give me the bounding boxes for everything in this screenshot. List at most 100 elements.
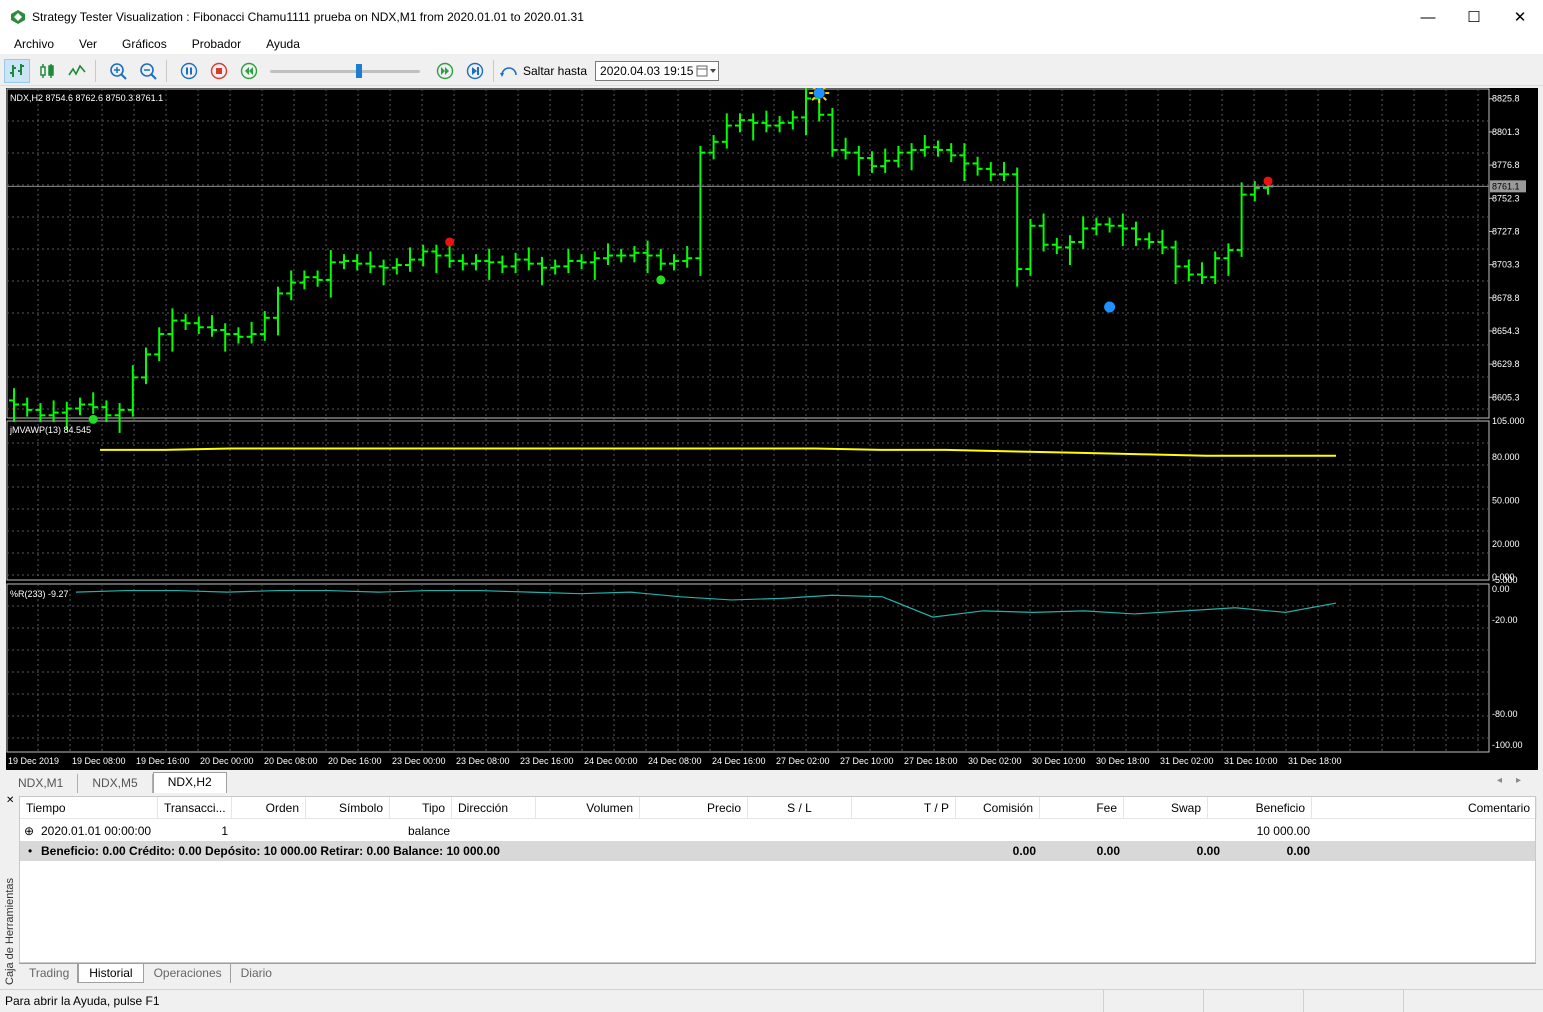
tab-historial[interactable]: Historial: [78, 964, 144, 983]
status-sections: [1103, 990, 1543, 1012]
ohlc-bar: [985, 162, 996, 182]
tab-ndx-m1[interactable]: NDX,M1: [4, 774, 79, 793]
title-bar: Strategy Tester Visualization : Fibonacc…: [0, 0, 1543, 34]
column-header-2[interactable]: Orden: [232, 797, 306, 819]
toolbar: Saltar hasta 2020.04.03 19:15: [0, 56, 1543, 86]
time-axis-label: 24 Dec 16:00: [712, 756, 766, 766]
column-header-10[interactable]: Comisión: [956, 797, 1040, 819]
expand-icon[interactable]: ⊕: [24, 821, 34, 841]
slider-thumb[interactable]: [356, 63, 362, 78]
summary-swap: 0.00: [1196, 844, 1220, 858]
pane-border: [6, 420, 1490, 581]
ohlc-bar: [9, 388, 19, 423]
ohlc-bar: [603, 243, 613, 266]
faster-button[interactable]: [432, 59, 458, 83]
column-header-13[interactable]: Beneficio: [1208, 797, 1312, 819]
goto-label: Saltar hasta: [523, 63, 588, 78]
entry-star-ray: [811, 96, 816, 101]
slider-track: [270, 69, 420, 73]
tab-diario[interactable]: Diario: [231, 964, 282, 983]
ohlc-bar: [669, 254, 679, 271]
column-header-5[interactable]: Dirección: [452, 797, 536, 819]
column-header-6[interactable]: Volumen: [536, 797, 640, 819]
ohlc-bar: [576, 254, 587, 270]
entry-signal-dot: [1104, 301, 1116, 313]
column-header-11[interactable]: Fee: [1040, 797, 1124, 819]
line-chart-icon: [68, 64, 86, 76]
ohlc-bar: [550, 259, 561, 275]
menu-ver[interactable]: Ver: [65, 34, 108, 54]
close-button[interactable]: ✕: [1497, 0, 1543, 34]
bar-chart-button[interactable]: [4, 58, 30, 83]
column-header-0[interactable]: Tiempo: [20, 797, 158, 819]
menu-archivo[interactable]: Archivo: [0, 34, 65, 54]
window-title: Strategy Tester Visualization : Fibonacc…: [32, 10, 584, 24]
speed-slider[interactable]: [270, 60, 420, 82]
time-axis-label: 27 Dec 18:00: [904, 756, 958, 766]
menu-ayuda[interactable]: Ayuda: [252, 34, 311, 54]
ohlc-bar: [75, 397, 85, 416]
menu-bar: Archivo Ver Gráficos Probador Ayuda: [0, 34, 1543, 54]
candlestick-button[interactable]: [34, 59, 60, 83]
slower-button[interactable]: [236, 59, 262, 83]
tab-ndx-m5[interactable]: NDX,M5: [78, 774, 153, 793]
ohlc-bar: [589, 251, 600, 280]
stop-icon: [210, 62, 228, 79]
buy-signal-dot: [88, 414, 98, 424]
time-axis-label: 24 Dec 08:00: [648, 756, 702, 766]
toolbox-panel: ✕ Caja de Herramientas Tiempo Transacci..…: [0, 793, 1543, 989]
pane-border: [6, 583, 1490, 753]
ohlc-bar: [735, 113, 745, 133]
tab-trading[interactable]: Trading: [19, 964, 79, 983]
skip-to-end-button[interactable]: [462, 59, 488, 83]
ohlc-bar: [563, 248, 574, 274]
column-header-8[interactable]: S / L: [748, 797, 852, 819]
ohlc-bar: [352, 254, 363, 271]
time-axis-label: 20 Dec 00:00: [200, 756, 254, 766]
ohlc-bar: [1038, 213, 1049, 252]
zoom-out-button[interactable]: [135, 59, 161, 83]
indicator2-tick-label: 0.000: [1492, 572, 1515, 582]
column-header-14[interactable]: Comentario: [1312, 797, 1537, 819]
time-axis-label: 20 Dec 08:00: [264, 756, 318, 766]
column-header-4[interactable]: Tipo: [390, 797, 452, 819]
time-axis-label: 23 Dec 08:00: [456, 756, 510, 766]
pause-icon: [180, 62, 198, 79]
menu-graficos[interactable]: Gráficos: [108, 34, 178, 54]
ohlc-bar: [774, 116, 785, 133]
ohlc-bar: [220, 323, 231, 352]
column-header-3[interactable]: Símbolo: [306, 797, 390, 819]
toolbox-tabs: Trading Historial Operaciones Diario: [19, 963, 1536, 983]
ohlc-bar: [906, 143, 917, 171]
column-header-7[interactable]: Precio: [640, 797, 748, 819]
stop-button[interactable]: [206, 59, 232, 83]
ohlc-bar: [127, 365, 138, 417]
menu-probador[interactable]: Probador: [178, 34, 252, 54]
chart-area[interactable]: 8825.8 8801.3 8776.8 8752.3 8727.8 8703.3 8678…: [6, 88, 1538, 754]
table-row[interactable]: ⊕ 2020.01.01 00:00:00 1 balance 10 000.0…: [20, 821, 1535, 841]
status-bar: Para abrir la Ayuda, pulse F1: [0, 989, 1543, 1012]
column-header-9[interactable]: T / P: [852, 797, 956, 819]
time-axis-label: 31 Dec 10:00: [1224, 756, 1278, 766]
tab-ndx-h2[interactable]: NDX,H2: [152, 772, 227, 793]
price-tick-label: 8654.3: [1492, 326, 1520, 336]
tab-scroll-arrows[interactable]: ◂▸: [1497, 775, 1535, 786]
ohlc-bar: [695, 145, 706, 276]
calendar-dropdown-icon[interactable]: [696, 64, 718, 78]
column-header-12[interactable]: Swap: [1124, 797, 1208, 819]
goto-date-picker[interactable]: 2020.04.03 19:15: [595, 60, 720, 81]
zoom-in-button[interactable]: [105, 59, 131, 83]
status-text: Para abrir la Ayuda, pulse F1: [5, 994, 160, 1008]
tab-operaciones[interactable]: Operaciones: [144, 964, 231, 983]
buy-signal-dot: [656, 275, 666, 285]
ohlc-bar: [523, 247, 534, 271]
ohlc-bar: [642, 240, 653, 274]
toolbox-side-tab[interactable]: Caja de Herramientas: [2, 793, 18, 989]
line-chart-button[interactable]: [64, 59, 90, 83]
pause-button[interactable]: [176, 59, 202, 83]
minimize-button[interactable]: —: [1405, 0, 1451, 34]
chart-canvas[interactable]: 8825.8 8801.3 8776.8 8752.3 8727.8 8703.3 8678…: [6, 88, 1538, 754]
ohlc-bar: [827, 107, 838, 157]
maximize-button[interactable]: ☐: [1451, 0, 1497, 34]
column-header-1[interactable]: Transacci...: [158, 797, 232, 819]
